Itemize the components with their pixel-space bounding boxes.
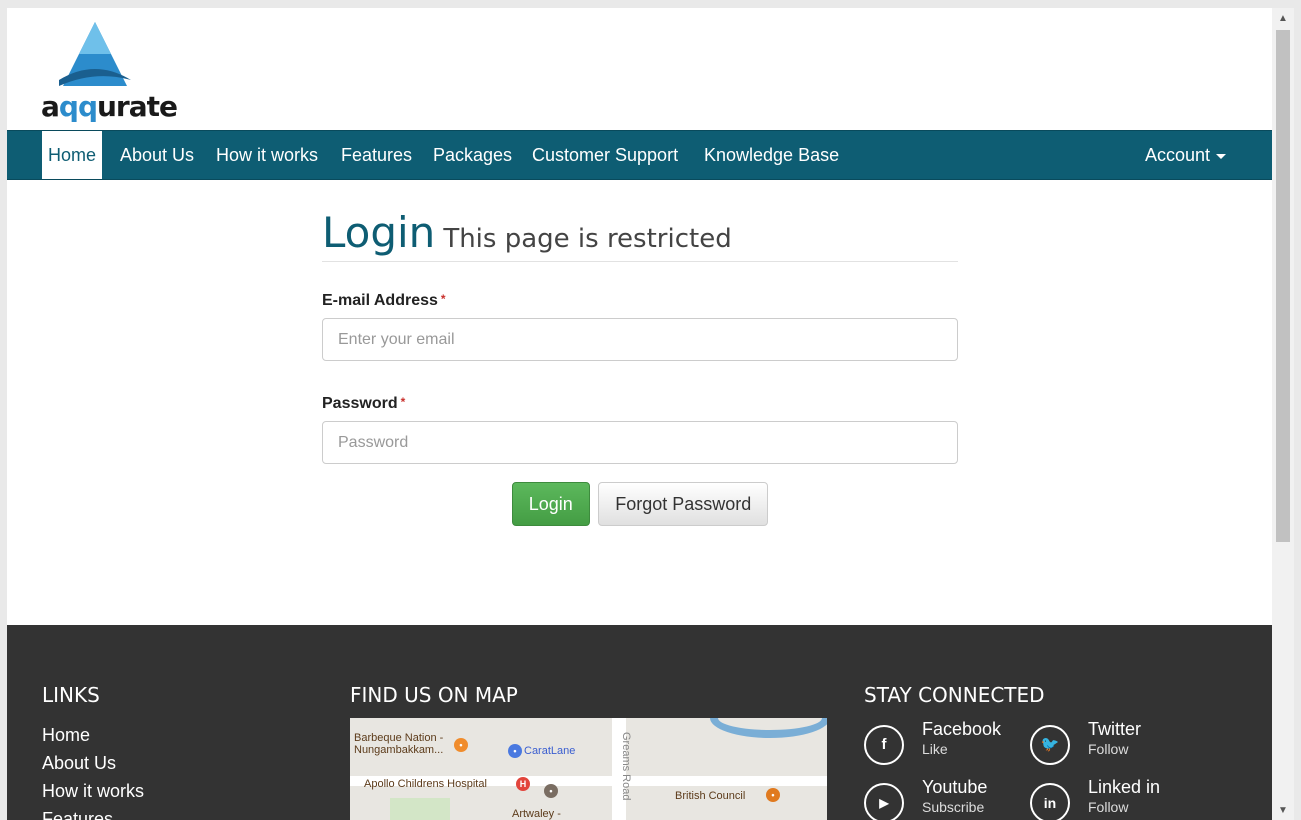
email-field[interactable]: Enter your email: [322, 318, 958, 361]
vertical-scrollbar[interactable]: ▲ ▼: [1272, 8, 1294, 820]
caret-down-icon: [1216, 153, 1227, 159]
map-label-british-council: British Council: [675, 790, 746, 802]
login-panel: Login This page is restricted E-mail Addr…: [322, 208, 958, 526]
password-required-mark: *: [400, 395, 406, 409]
map-label-barbeque-2: Nungambakkam...: [354, 744, 444, 756]
social-action: Like: [922, 741, 948, 757]
logo-text-prefix: a: [41, 90, 60, 123]
footer-map-heading: FIND US ON MAP: [350, 683, 518, 707]
education-pin-icon: •: [766, 788, 780, 802]
form-actions: Login Forgot Password: [322, 482, 958, 526]
youtube-icon: ▶: [864, 783, 904, 820]
social-action: Subscribe: [922, 799, 985, 815]
hospital-pin-icon: H: [516, 777, 530, 791]
map-label-barbeque: Barbeque Nation -: [354, 732, 444, 744]
nav-item-customer-support[interactable]: Customer Support: [532, 131, 678, 179]
site-footer: LINKS Home About Us How it works Feature…: [7, 625, 1272, 820]
page-title: Login: [322, 208, 436, 257]
map-label-artwaley: Artwaley -: [512, 808, 561, 820]
footer-social-heading: STAY CONNECTED: [864, 683, 1045, 707]
page-subtitle: This page is restricted: [443, 224, 732, 254]
scroll-down-arrow-icon[interactable]: ▼: [1272, 802, 1294, 820]
footer-links-heading: LINKS: [42, 683, 100, 707]
site-logo[interactable]: aqqurate: [41, 20, 181, 123]
email-label: E-mail Address *: [322, 292, 958, 310]
nav-item-knowledge-base[interactable]: Knowledge Base: [704, 131, 839, 179]
facebook-icon: f: [864, 725, 904, 765]
page: aqqurate Home About Us How it works Feat…: [7, 8, 1272, 820]
login-button[interactable]: Login: [511, 482, 590, 526]
logo-mark-icon: [59, 22, 131, 86]
nav-item-about-us[interactable]: About Us: [120, 131, 194, 179]
account-dropdown[interactable]: Account: [1145, 131, 1227, 179]
linkedin-icon: in: [1030, 783, 1070, 820]
map-label-caratlane: CaratLane: [524, 745, 576, 757]
map-park: [390, 798, 450, 820]
footer-link-how-it-works[interactable]: How it works: [42, 777, 144, 805]
map-water: [710, 718, 827, 738]
map-label-apollo: Apollo Childrens Hospital: [364, 778, 487, 790]
footer-link-home[interactable]: Home: [42, 721, 144, 749]
scroll-up-arrow-icon[interactable]: ▲: [1272, 10, 1294, 28]
logo-wordmark: aqqurate: [41, 90, 178, 123]
footer-link-features[interactable]: Features: [42, 805, 144, 820]
logo-text-suffix: urate: [97, 90, 178, 123]
forgot-password-button[interactable]: Forgot Password: [598, 482, 769, 526]
account-label: Account: [1145, 145, 1211, 165]
nav-item-home[interactable]: Home: [42, 131, 103, 179]
social-name: Youtube: [922, 777, 988, 797]
nav-item-how-it-works[interactable]: How it works: [216, 131, 318, 179]
main-navbar: Home About Us How it works Features Pack…: [7, 130, 1272, 180]
footer-link-about-us[interactable]: About Us: [42, 749, 144, 777]
password-field[interactable]: Password: [322, 421, 958, 464]
nav-item-features[interactable]: Features: [341, 131, 412, 179]
shopping-pin-icon: •: [508, 744, 522, 758]
social-name: Facebook: [922, 719, 1002, 739]
social-name: Linked in: [1088, 777, 1161, 797]
email-label-text: E-mail Address: [322, 292, 438, 309]
footer-links-list: Home About Us How it works Features: [42, 721, 144, 820]
login-heading: Login This page is restricted: [322, 208, 958, 262]
social-name: Twitter: [1088, 719, 1142, 739]
social-action: Follow: [1088, 799, 1129, 815]
nav-item-packages[interactable]: Packages: [433, 131, 512, 179]
location-map[interactable]: Barbeque Nation - Nungambakkam... • • Ca…: [350, 718, 827, 820]
logo-text-q: qq: [58, 90, 98, 123]
place-pin-icon: •: [544, 784, 558, 798]
social-action: Follow: [1088, 741, 1129, 757]
password-label: Password *: [322, 395, 958, 413]
twitter-icon: 🐦: [1030, 725, 1070, 765]
password-label-text: Password: [322, 395, 398, 412]
restaurant-pin-icon: •: [454, 738, 468, 752]
map-label-greams-road: Greams Road: [620, 732, 632, 801]
scrollbar-thumb[interactable]: [1276, 30, 1290, 542]
browser-viewport: aqqurate Home About Us How it works Feat…: [7, 8, 1294, 820]
email-required-mark: *: [440, 292, 446, 306]
